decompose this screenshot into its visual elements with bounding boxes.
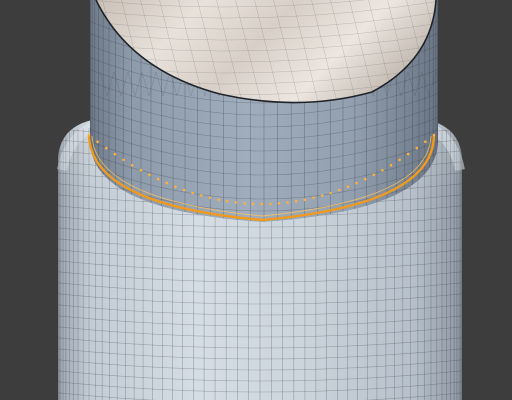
selected-vertex[interactable] <box>338 188 341 192</box>
selected-vertex[interactable] <box>156 177 160 181</box>
selected-vertex[interactable] <box>96 140 99 143</box>
selected-vertex[interactable] <box>234 201 238 204</box>
selected-vertex[interactable] <box>139 168 143 172</box>
selected-vertex[interactable] <box>346 185 350 189</box>
selected-vertex[interactable] <box>122 158 125 162</box>
selected-vertex[interactable] <box>432 133 436 137</box>
selected-vertex[interactable] <box>286 201 289 204</box>
selected-vertex[interactable] <box>269 202 272 206</box>
selected-vertex[interactable] <box>389 163 393 167</box>
selected-vertex[interactable] <box>217 198 220 201</box>
selected-vertex[interactable] <box>277 202 281 205</box>
selected-vertex[interactable] <box>294 199 298 203</box>
selected-vertex[interactable] <box>182 188 186 192</box>
selected-vertex[interactable] <box>191 191 194 195</box>
selected-vertex[interactable] <box>130 163 134 167</box>
selected-vertex[interactable] <box>424 140 427 143</box>
selected-vertex[interactable] <box>372 173 376 177</box>
selected-vertex[interactable] <box>406 152 410 156</box>
selected-vertex[interactable] <box>87 133 91 137</box>
selected-vertex[interactable] <box>355 181 358 185</box>
mesh-scene[interactable] <box>0 0 512 400</box>
selected-vertex[interactable] <box>148 173 151 177</box>
selected-vertex[interactable] <box>398 158 401 162</box>
selected-vertex[interactable] <box>260 202 264 206</box>
selected-vertex[interactable] <box>174 185 177 189</box>
selected-vertex[interactable] <box>225 199 229 203</box>
selected-vertex[interactable] <box>165 181 169 185</box>
selected-vertex[interactable] <box>303 198 307 201</box>
selected-vertex[interactable] <box>208 196 212 200</box>
selected-vertex[interactable] <box>320 194 324 197</box>
selected-vertex[interactable] <box>113 152 117 156</box>
selected-vertex[interactable] <box>105 146 108 150</box>
selected-vertex[interactable] <box>251 202 255 206</box>
selected-vertex[interactable] <box>200 194 203 197</box>
3d-viewport[interactable] <box>0 0 512 400</box>
selected-vertex[interactable] <box>363 177 367 181</box>
selected-vertex[interactable] <box>415 146 419 150</box>
selected-vertex[interactable] <box>381 168 384 172</box>
selected-vertex[interactable] <box>329 191 333 195</box>
selected-vertex[interactable] <box>243 202 246 205</box>
selected-vertex[interactable] <box>312 196 315 200</box>
